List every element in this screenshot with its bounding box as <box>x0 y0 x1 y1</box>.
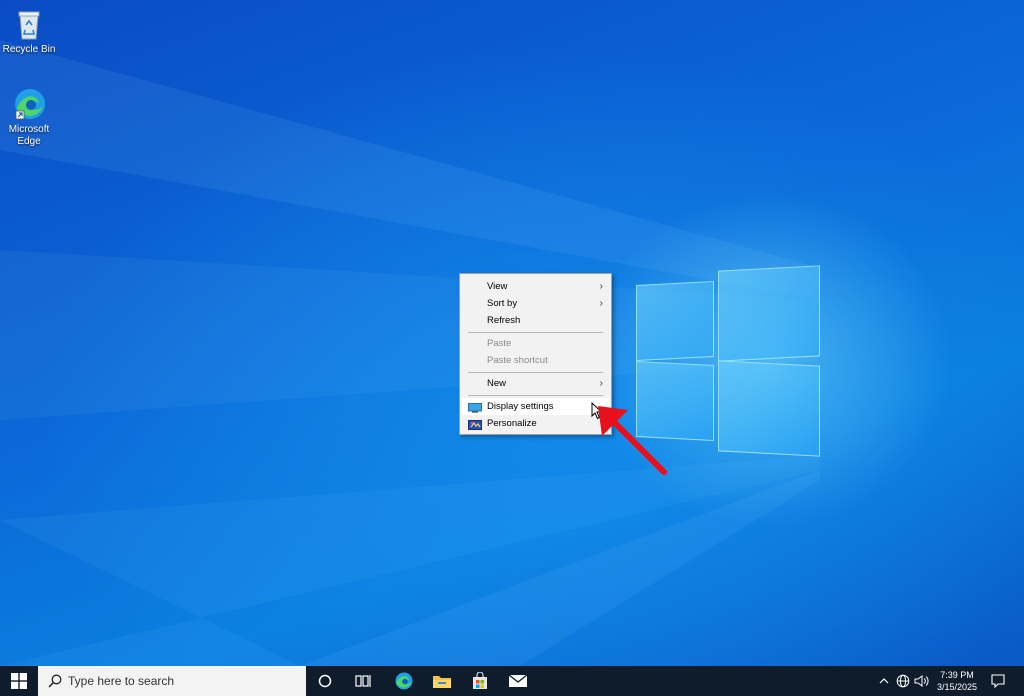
desktop-icon-microsoft-edge[interactable]: Microsoft Edge <box>0 86 58 148</box>
task-view-icon <box>355 675 371 687</box>
menu-item-label: Sort by <box>487 298 518 309</box>
tray-time: 7:39 PM <box>940 670 974 680</box>
menu-item-label: Display settings <box>487 401 554 412</box>
menu-item-view[interactable]: View › <box>462 278 609 295</box>
taskbar-store-button[interactable] <box>463 666 497 696</box>
desktop-icon-recycle-bin[interactable]: Recycle Bin <box>0 6 58 56</box>
chevron-up-icon <box>879 678 889 684</box>
taskbar: Type here to search 7:39 PM 3/15/2025 <box>0 666 1024 696</box>
menu-item-paste[interactable]: Paste <box>462 335 609 352</box>
personalize-icon <box>468 419 482 430</box>
menu-item-label: View <box>487 281 508 292</box>
chevron-right-icon: › <box>599 378 603 389</box>
edge-icon <box>395 672 413 690</box>
speaker-icon <box>914 675 929 687</box>
chevron-right-icon: › <box>599 281 603 292</box>
taskbar-file-explorer-button[interactable] <box>425 666 459 696</box>
taskbar-search-box[interactable]: Type here to search <box>38 666 306 696</box>
tray-volume-button[interactable] <box>912 666 932 696</box>
menu-item-sort-by[interactable]: Sort by › <box>462 295 609 312</box>
cortana-icon <box>318 674 332 688</box>
menu-separator <box>468 332 603 333</box>
wallpaper-logo-pane <box>718 360 820 457</box>
monitor-icon <box>468 402 482 413</box>
menu-item-refresh[interactable]: Refresh <box>462 312 609 329</box>
tray-clock[interactable]: 7:39 PM 3/15/2025 <box>934 666 980 696</box>
action-center-button[interactable] <box>984 666 1012 696</box>
menu-item-label: Refresh <box>487 315 521 326</box>
menu-item-label: Paste <box>487 338 512 349</box>
menu-item-label: New <box>487 378 507 389</box>
taskbar-edge-button[interactable] <box>387 666 421 696</box>
search-icon <box>48 674 62 688</box>
desktop-icon-label: Recycle Bin <box>2 44 56 55</box>
annotation-arrow-icon <box>598 406 667 475</box>
task-view-button[interactable] <box>348 666 378 696</box>
search-placeholder: Type here to search <box>68 674 175 688</box>
cortana-button[interactable] <box>310 666 340 696</box>
menu-separator <box>468 395 603 396</box>
windows-logo-icon <box>11 673 27 689</box>
store-icon <box>473 672 487 689</box>
menu-item-label: Personalize <box>487 418 537 429</box>
mail-icon <box>508 674 528 687</box>
menu-item-paste-shortcut[interactable]: Paste shortcut <box>462 352 609 369</box>
tray-date: 3/15/2025 <box>936 682 978 692</box>
start-button[interactable] <box>0 666 38 696</box>
menu-item-new[interactable]: New › <box>462 375 609 392</box>
menu-separator <box>468 372 603 373</box>
menu-item-label: Paste shortcut <box>487 355 548 366</box>
menu-item-personalize[interactable]: Personalize <box>462 415 609 432</box>
chevron-right-icon: › <box>599 298 603 309</box>
context-menu: View › Sort by › Refresh Paste Paste sho… <box>459 273 612 435</box>
globe-icon <box>896 674 910 688</box>
desktop[interactable]: Recycle Bin Microsoft Edge View › Sort b… <box>0 0 1024 666</box>
tray-network-button[interactable] <box>894 666 912 696</box>
wallpaper-logo-pane <box>636 280 714 362</box>
wallpaper-logo-pane <box>718 265 820 362</box>
edge-icon <box>11 86 47 122</box>
menu-item-display-settings[interactable]: Display settings <box>462 398 609 415</box>
desktop-icon-label: Microsoft Edge <box>8 124 50 147</box>
tray-overflow-button[interactable] <box>876 666 892 696</box>
notification-icon <box>991 674 1005 688</box>
recycle-bin-icon <box>11 6 47 42</box>
taskbar-mail-button[interactable] <box>501 666 535 696</box>
file-explorer-icon <box>433 676 451 688</box>
